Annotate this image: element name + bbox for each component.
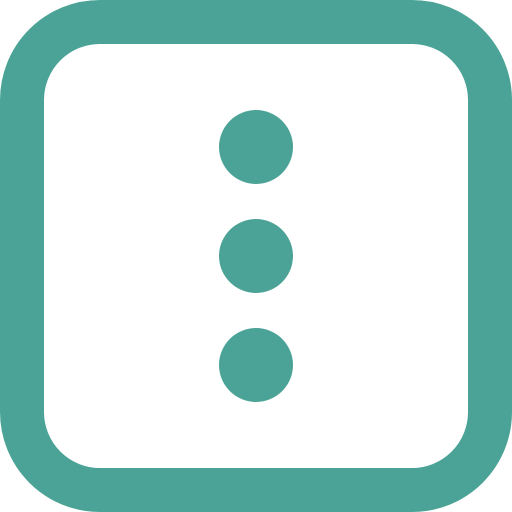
- dot-middle: [219, 219, 293, 293]
- dot-top: [219, 110, 293, 184]
- vertical-ellipsis-square-icon: [0, 0, 512, 512]
- more-options-button[interactable]: [0, 0, 512, 512]
- dot-bottom: [219, 328, 293, 402]
